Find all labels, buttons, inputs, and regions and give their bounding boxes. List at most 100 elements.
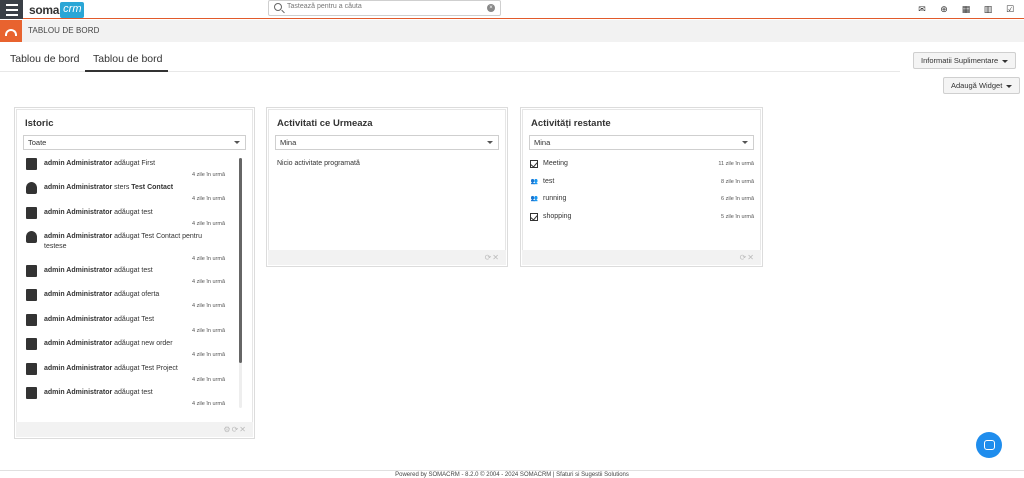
history-action: adăugat — [112, 340, 142, 347]
history-object[interactable]: new order — [141, 340, 172, 347]
tab-dashboard-2[interactable]: Tablou de bord — [93, 53, 162, 65]
history-user[interactable]: admin Administrator — [44, 316, 112, 323]
activity-label[interactable]: test — [543, 178, 554, 185]
overdue-filter-value: Mina — [534, 138, 551, 147]
chevron-down-icon — [1002, 59, 1009, 63]
list-item[interactable]: admin Administrator sters Test Contact 4 … — [23, 182, 239, 206]
checkbox-icon[interactable]: ☑ — [1004, 3, 1016, 15]
history-user[interactable]: admin Administrator — [44, 184, 112, 191]
history-object[interactable]: test — [141, 209, 152, 216]
meeting-people-icon: 👥 — [530, 196, 539, 202]
history-action: adăugat — [112, 233, 142, 240]
history-object[interactable]: test — [141, 267, 152, 274]
list-item[interactable]: 👥 test 8 zile în urmă — [529, 178, 754, 190]
history-user[interactable]: admin Administrator — [44, 340, 112, 347]
handshake-icon — [26, 387, 37, 399]
bar-chart-icon[interactable]: ▥ — [982, 3, 994, 15]
money-bag-icon — [26, 231, 37, 243]
chevron-down-icon — [1006, 84, 1013, 88]
chat-icon — [983, 440, 995, 450]
history-user[interactable]: admin Administrator — [44, 160, 112, 167]
chevron-down-icon — [234, 141, 240, 144]
empty-message: Nicio activitate programată — [277, 160, 360, 167]
history-user[interactable]: admin Administrator — [44, 233, 112, 240]
task-check-icon — [530, 212, 538, 221]
upcoming-filter-value: Mina — [280, 138, 297, 147]
history-time: 4 zile în urmă — [191, 352, 225, 358]
history-filter-select[interactable]: Toate — [23, 135, 246, 150]
activity-time: 6 zile în urmă — [720, 196, 754, 202]
dashboard-icon[interactable] — [0, 20, 22, 42]
upcoming-filter-select[interactable]: Mina — [275, 135, 499, 150]
history-user[interactable]: admin Administrator — [44, 291, 112, 298]
list-item[interactable]: shopping 5 zile în urmă — [529, 212, 754, 225]
list-item[interactable]: admin Administrator adăugat test 4 zile î… — [23, 265, 239, 289]
widget-footer: ⟳✕ — [522, 250, 761, 265]
more-info-button[interactable]: Informatii Suplimentare — [913, 52, 1017, 69]
logo-crm: crm — [60, 1, 85, 18]
widget-title: Istoric — [25, 118, 54, 129]
history-text: admin Administrator adăugat oferta — [44, 290, 219, 300]
history-time: 4 zile în urmă — [191, 221, 225, 227]
top-bar: soma crm Tastează pentru a căuta × ✉ ⊕ ▦… — [0, 0, 1024, 19]
history-time: 4 zile în urmă — [191, 256, 225, 262]
history-object[interactable]: Test — [141, 316, 154, 323]
history-text: admin Administrator adăugat test — [44, 266, 219, 276]
widget-footer: ⟳✕ — [268, 250, 506, 265]
history-user[interactable]: admin Administrator — [44, 267, 112, 274]
list-item[interactable]: admin Administrator adăugat Test 4 zile î… — [23, 314, 239, 338]
search-input[interactable]: Tastează pentru a căuta × — [268, 0, 501, 16]
settings-icon[interactable]: ⚙ — [223, 425, 231, 434]
activity-label[interactable]: shopping — [543, 213, 571, 220]
logo-soma: soma — [29, 2, 60, 17]
module-title: TABLOU DE BORD — [28, 26, 100, 35]
list-item[interactable]: admin Administrator adăugat First 4 zile … — [23, 158, 239, 182]
clear-search-icon[interactable]: × — [487, 4, 495, 12]
history-time: 4 zile în urmă — [191, 401, 225, 407]
tab-dashboard-1[interactable]: Tablou de bord — [10, 53, 79, 65]
activity-label[interactable]: Meeting — [543, 160, 568, 167]
list-item[interactable]: admin Administrator adăugat Test Project… — [23, 363, 239, 387]
list-item[interactable]: Meeting 11 zile în urmă — [529, 160, 754, 172]
history-object[interactable]: Test Contact — [131, 184, 173, 191]
invoice-icon — [26, 158, 37, 170]
widget-footer: ⚙⟳✕ — [16, 422, 253, 437]
list-item[interactable]: admin Administrator adăugat new order 4 z… — [23, 338, 239, 362]
activity-label[interactable]: running — [543, 195, 566, 202]
logo[interactable]: soma crm — [29, 1, 85, 18]
history-object[interactable]: First — [141, 160, 155, 167]
scrollbar-thumb[interactable] — [239, 158, 242, 363]
envelope-icon[interactable]: ✉ — [916, 3, 928, 15]
history-user[interactable]: admin Administrator — [44, 389, 112, 396]
plus-circle-icon[interactable]: ⊕ — [938, 3, 950, 15]
close-icon[interactable]: ✕ — [492, 253, 500, 262]
history-action: adăugat — [112, 209, 142, 216]
chat-button[interactable] — [976, 432, 1002, 458]
list-item[interactable]: admin Administrator adăugat Test Contact… — [23, 231, 239, 262]
list-item[interactable]: admin Administrator adăugat test 4 zile î… — [23, 387, 239, 411]
more-info-label: Informatii Suplimentare — [921, 56, 999, 65]
overdue-activities-widget: Activități restante Mina Meeting 11 zile … — [520, 107, 763, 267]
list-item[interactable]: admin Administrator adăugat oferta 4 zile… — [23, 289, 239, 313]
close-icon[interactable]: ✕ — [747, 253, 755, 262]
add-widget-button[interactable]: Adaugă Widget — [943, 77, 1021, 94]
menu-icon[interactable] — [0, 0, 23, 19]
calendar-icon[interactable]: ▦ — [960, 3, 972, 15]
history-object[interactable]: oferta — [141, 291, 159, 298]
widget-title: Activitati ce Urmeaza — [277, 118, 373, 129]
history-text: admin Administrator adăugat test — [44, 208, 219, 218]
close-icon[interactable]: ✕ — [239, 425, 247, 434]
list-item[interactable]: 👥 running 6 zile în urmă — [529, 195, 754, 207]
module-header: TABLOU DE BORD — [0, 20, 1024, 42]
history-text: admin Administrator adăugat Test — [44, 315, 219, 325]
briefcase-icon — [26, 363, 37, 375]
history-object[interactable]: test — [141, 389, 152, 396]
history-user[interactable]: admin Administrator — [44, 209, 112, 216]
history-object[interactable]: Test Project — [141, 365, 178, 372]
history-text: admin Administrator adăugat Test Project — [44, 364, 219, 374]
history-user[interactable]: admin Administrator — [44, 365, 112, 372]
chevron-down-icon — [487, 141, 493, 144]
overdue-filter-select[interactable]: Mina — [529, 135, 754, 150]
list-item[interactable]: admin Administrator adăugat test 4 zile î… — [23, 207, 239, 231]
document-icon — [26, 207, 37, 219]
